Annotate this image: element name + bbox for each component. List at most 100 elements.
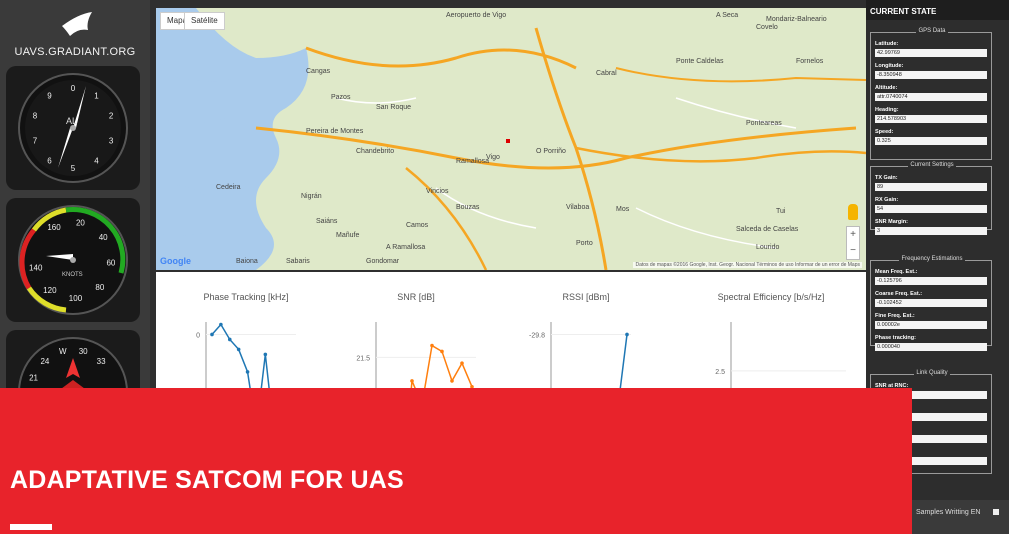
map-place-label: Aeropuerto de Vigo xyxy=(446,12,507,19)
group-legend: GPS Data xyxy=(916,28,948,34)
data-point xyxy=(430,343,434,348)
tab-satellite[interactable]: Satélite xyxy=(184,12,225,30)
field-value: 3 xyxy=(875,227,987,235)
airspeed-text: KNOTS xyxy=(62,272,83,278)
gauge-digit: 0 xyxy=(71,84,76,93)
gauge-digit: 160 xyxy=(47,223,61,232)
field-value: -0.102452 xyxy=(875,299,987,307)
state-group-gps: GPS Data Latitude: 42.99769 Longitude: -8.35… xyxy=(870,28,992,160)
data-point xyxy=(236,347,241,352)
field-value: 89 xyxy=(875,183,987,191)
banner-title: ADAPTATIVE SATCOM FOR UAS xyxy=(10,466,404,494)
tick-label: 21.5 xyxy=(356,355,370,362)
map-place-label: Cabral xyxy=(596,70,617,77)
gauge-digit: 1 xyxy=(94,92,99,101)
gauge-digit: 8 xyxy=(33,112,38,121)
gauge-digit: 7 xyxy=(33,136,38,145)
map-attribution[interactable]: Datos de mapas ©2016 Google, Inst. Geogr… xyxy=(633,262,862,268)
map-place-label: Bouzas xyxy=(456,204,480,211)
data-point xyxy=(440,349,444,354)
field-label: Altitude: xyxy=(875,85,898,91)
group-legend: Frequency Estimations xyxy=(899,256,965,262)
map-place-label: Porto xyxy=(576,240,593,247)
map-place-label: Vincios xyxy=(426,188,449,195)
data-point xyxy=(263,352,268,357)
gauge-digit: 140 xyxy=(29,263,43,272)
map-place-label: Cangas xyxy=(306,68,331,75)
field-label: RX Gain: xyxy=(875,197,899,203)
data-point xyxy=(245,370,250,374)
field-label: Mean Freq. Est.: xyxy=(875,269,918,275)
altimeter-text: AL xyxy=(66,116,77,126)
tick-label: -29.8 xyxy=(529,332,545,339)
group-legend: Current Settings xyxy=(908,162,956,168)
zoom-in-button[interactable]: + xyxy=(847,227,859,243)
field-label: Heading: xyxy=(875,107,899,113)
field-label: Fine Freq. Est.: xyxy=(875,313,915,319)
field-value: -0.125796 xyxy=(875,277,987,285)
map-place-label: Salceda de Caselas xyxy=(736,226,799,233)
data-point xyxy=(450,379,454,383)
field-value: attr.0740074 xyxy=(875,93,987,101)
gauge-digit: 24 xyxy=(40,357,49,366)
state-group-freq: Frequency Estimations Mean Freq. Est.: -0.… xyxy=(870,256,992,351)
map-place-label: A Ramallosa xyxy=(386,244,426,251)
map-place-label: Ponte Caldelas xyxy=(676,58,724,65)
field-value: 42.99769 xyxy=(875,49,987,57)
airspeed-icon: 160 20 40 60 80 100 120 140 KNOTS xyxy=(18,205,128,315)
gauge-digit: 120 xyxy=(43,286,57,295)
gauge-digit: 4 xyxy=(94,156,99,165)
data-point xyxy=(625,332,629,337)
gauge-digit: 5 xyxy=(71,164,76,173)
gauge-digit: 3 xyxy=(109,136,114,145)
gauge-digit: 80 xyxy=(95,283,104,292)
field-label: Coarse Freq. Est.: xyxy=(875,291,923,297)
data-point xyxy=(227,337,232,342)
gauge-digit: 100 xyxy=(69,294,83,303)
map-place-label: Sabaris xyxy=(286,258,310,265)
map-place-label: A Seca xyxy=(716,12,739,19)
map-place-label: Fornelos xyxy=(796,58,824,65)
field-label: Longitude: xyxy=(875,63,904,69)
street-view-pegman-icon[interactable] xyxy=(848,204,858,220)
zoom-control[interactable]: + − xyxy=(846,226,860,260)
map-place-label: Nigrán xyxy=(301,193,322,200)
gauge-digit: 6 xyxy=(47,156,52,165)
airspeed-gauge: 160 20 40 60 80 100 120 140 KNOTS xyxy=(6,198,140,322)
map-place-label: Pazos xyxy=(331,94,351,101)
state-header: CURRENT STATE xyxy=(866,0,1009,20)
map-place-label: San Roque xyxy=(376,104,412,111)
state-group-settings: Current Settings TX Gain: 89 RX Gain: 54 SNR … xyxy=(870,162,992,235)
map-place-label: Saiáns xyxy=(316,218,338,225)
data-point xyxy=(410,379,414,383)
gauge-digit: 21 xyxy=(29,374,38,383)
gauge-digit: 30 xyxy=(79,347,88,356)
map-place-label: Ponteareas xyxy=(746,120,782,127)
gauge-digit: W xyxy=(59,347,67,356)
field-label: Speed: xyxy=(875,129,894,135)
data-point xyxy=(219,322,223,327)
samples-writing-checkbox[interactable] xyxy=(993,509,999,515)
map-place-label: Camos xyxy=(406,222,429,229)
data-point xyxy=(460,361,464,366)
samples-writing-label: Samples Writting EN xyxy=(912,500,1009,534)
field-label: SNR Margin: xyxy=(875,219,908,225)
gauge-digit: 40 xyxy=(99,233,108,242)
map-place-label: Mañufe xyxy=(336,232,360,239)
gauge-digit: 20 xyxy=(76,219,85,228)
altimeter-icon: 0 1 2 3 4 5 6 7 8 9 AL xyxy=(18,73,128,183)
data-point xyxy=(210,332,214,337)
map-place-label: Vilaboa xyxy=(566,204,590,211)
field-value: 214.578903 xyxy=(875,115,987,123)
map-view[interactable]: Mapa Satélite Aeropuerto de Vigo A Seca Mo… xyxy=(156,8,866,270)
map-place-label: Mos xyxy=(616,206,630,213)
gauge-digit: 2 xyxy=(109,112,114,121)
zoom-out-button[interactable]: − xyxy=(847,243,859,259)
group-legend: Link Quality xyxy=(914,370,950,376)
field-label: Latitude: xyxy=(875,41,899,47)
gauge-digit: 33 xyxy=(97,357,106,366)
map-place-label: Mondariz-Balneario xyxy=(766,16,827,23)
map-place-label: O Porriño xyxy=(536,148,566,155)
gauge-digit: 60 xyxy=(106,258,115,267)
field-value: -8.350948 xyxy=(875,71,987,79)
